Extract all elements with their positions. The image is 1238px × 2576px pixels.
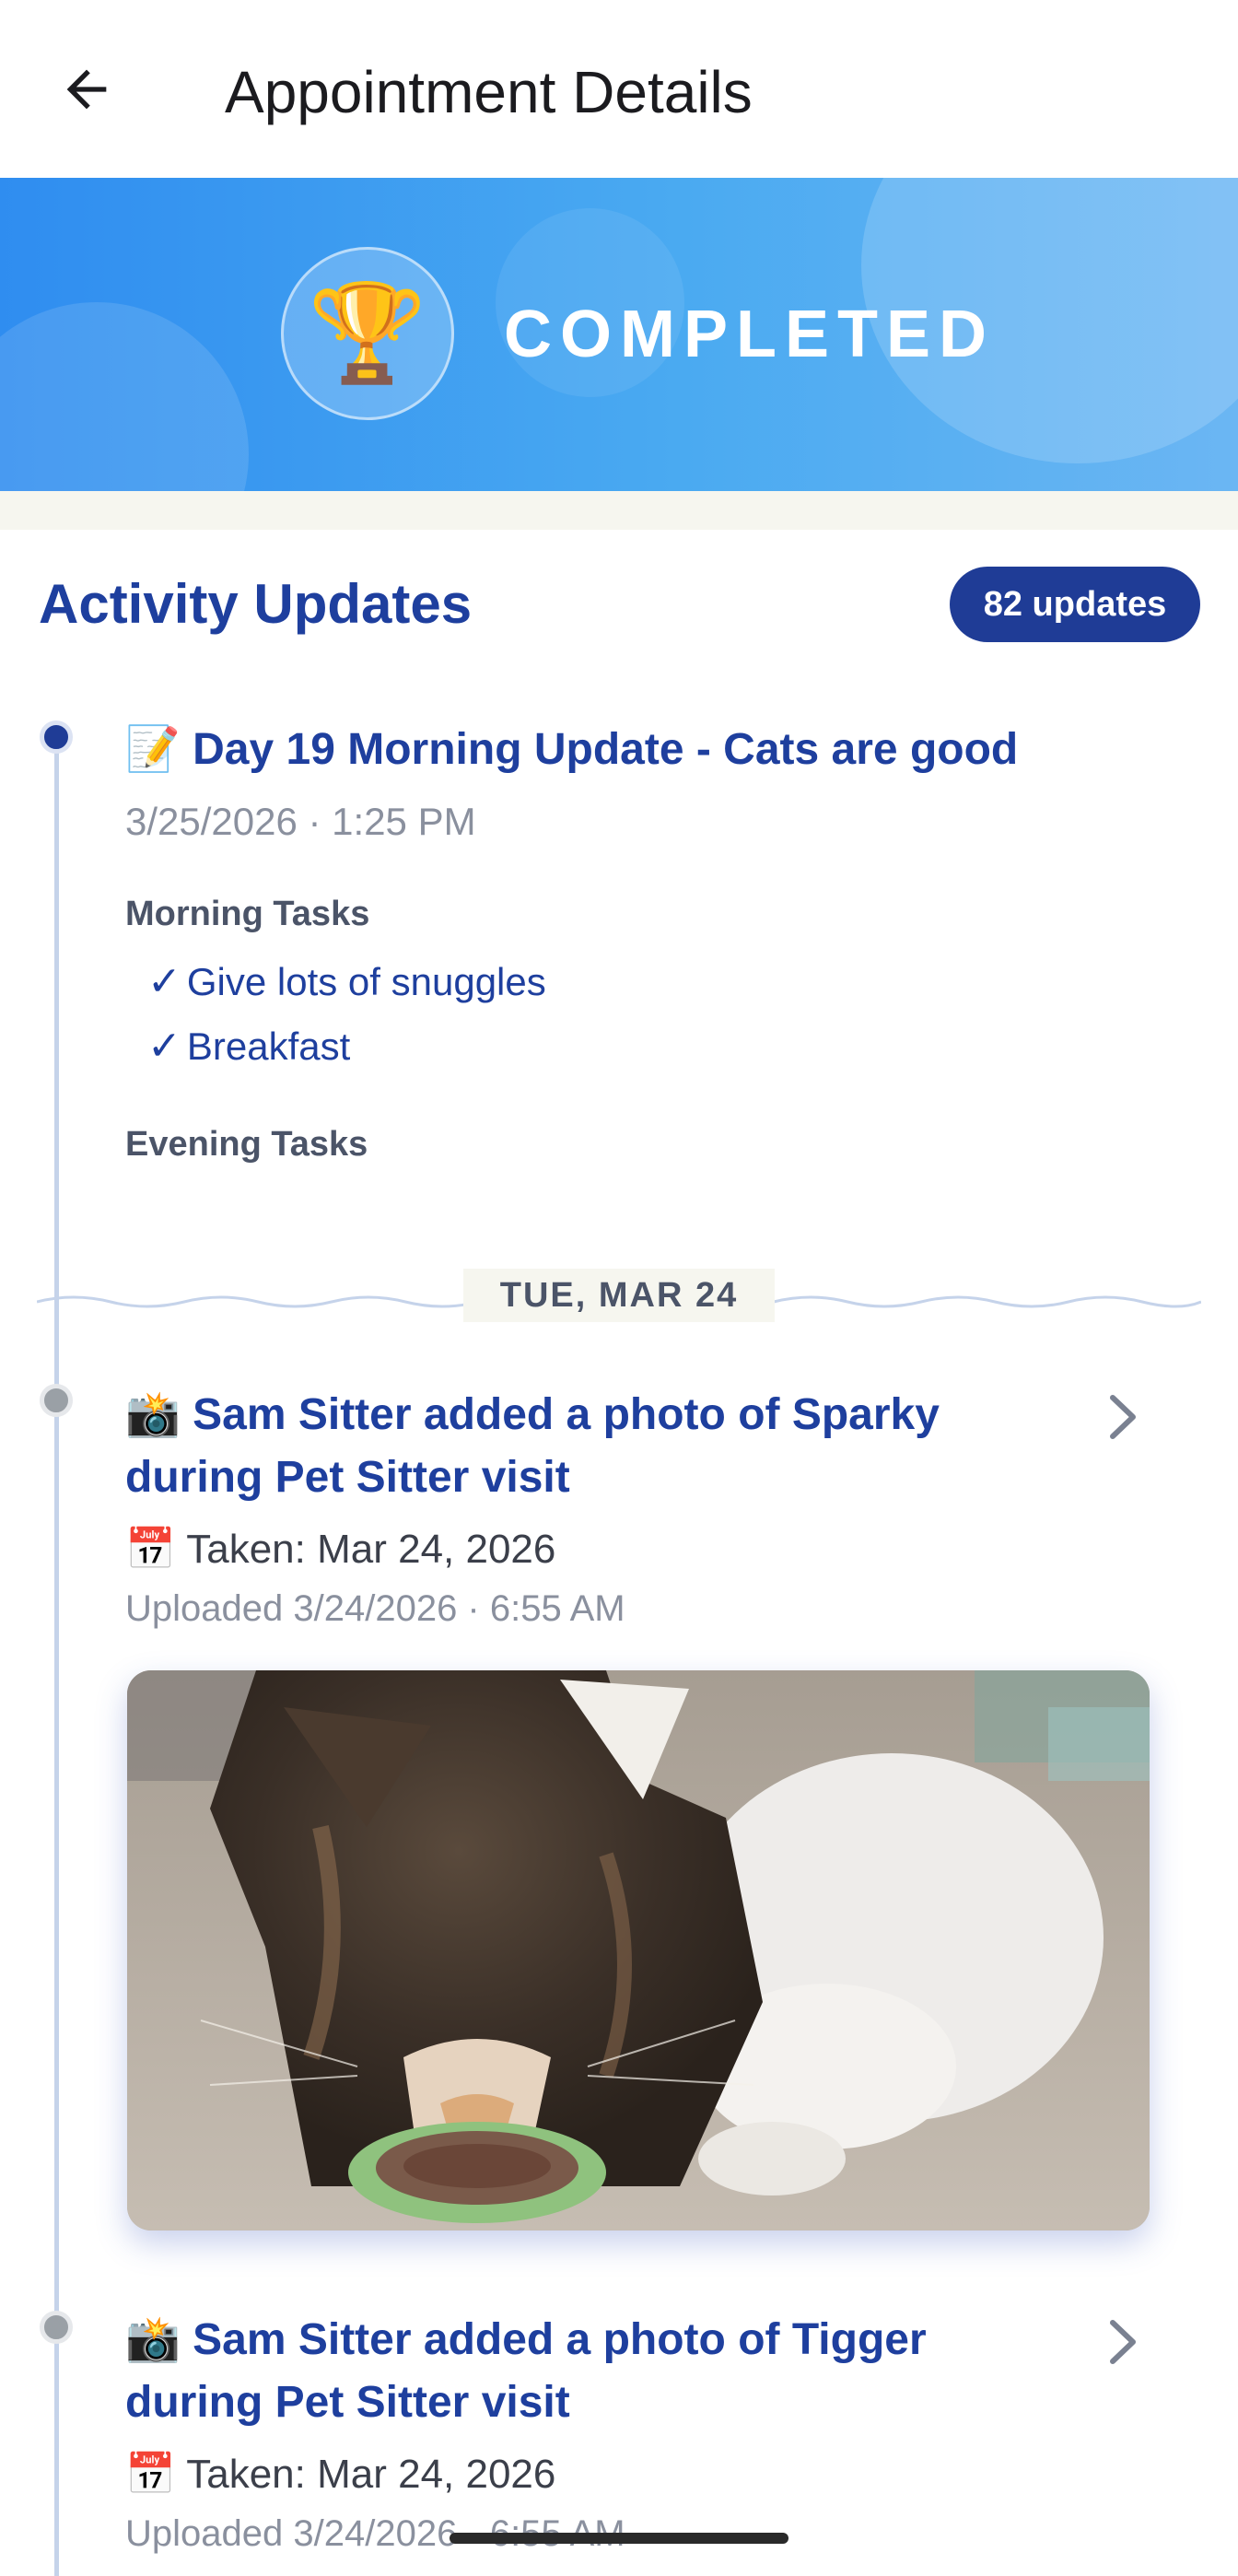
calendar-icon: 📅: [125, 1527, 176, 1572]
memo-icon: 📝: [125, 725, 181, 774]
section-divider: [0, 491, 1238, 530]
task-group-heading: Evening Tasks: [125, 1125, 368, 1164]
photo-uploaded-time: Uploaded 3/24/2026 · 6:55 AM: [125, 1588, 625, 1629]
update-title-text: Day 19 Morning Update - Cats are good: [193, 725, 1019, 774]
trophy-badge: 🏆: [281, 247, 454, 420]
update-title[interactable]: 📝 Day 19 Morning Update - Cats are good: [125, 719, 1212, 781]
camera-flash-icon: 📸: [125, 1390, 181, 1439]
pet-photo[interactable]: [127, 1670, 1150, 2231]
arrow-left-icon: [66, 69, 107, 110]
cat-photo-image: [127, 1670, 1150, 2231]
trophy-icon: 🏆: [308, 280, 427, 387]
photo-taken-text: Taken: Mar 24, 2026: [186, 1527, 556, 1572]
chevron-right-icon[interactable]: [1100, 1389, 1146, 1445]
check-icon: ✓: [147, 1024, 181, 1069]
status-banner: 🏆 COMPLETED: [0, 178, 1238, 491]
update-timestamp: 3/25/2026 · 1:25 PM: [125, 800, 476, 843]
timeline-dot: [40, 1384, 73, 1417]
home-indicator[interactable]: [450, 2533, 788, 2544]
photo-update-title[interactable]: 📸 Sam Sitter added a photo of Tigger dur…: [125, 2309, 1065, 2434]
photo-taken-text: Taken: Mar 24, 2026: [186, 2452, 556, 2497]
photo-update-title-text: Sam Sitter added a photo of Sparky durin…: [125, 1390, 940, 1502]
date-separator: TUE, MAR 24: [463, 1269, 775, 1322]
photo-taken-date: 📅 Taken: Mar 24, 2026: [125, 1524, 555, 1575]
timeline-dot: [40, 2311, 73, 2344]
page-title: Appointment Details: [225, 59, 753, 125]
task-group-heading: Morning Tasks: [125, 895, 370, 933]
task-label: Breakfast: [186, 1025, 351, 1068]
timeline-line: [54, 728, 59, 2576]
photo-update-title-text: Sam Sitter added a photo of Tigger durin…: [125, 2315, 927, 2427]
calendar-icon: 📅: [125, 2452, 176, 2497]
status-label: COMPLETED: [504, 298, 996, 371]
photo-taken-date: 📅 Taken: Mar 24, 2026: [125, 2449, 555, 2500]
timeline-dot-active: [40, 720, 73, 754]
chevron-right-icon[interactable]: [1100, 2314, 1146, 2370]
photo-update-title[interactable]: 📸 Sam Sitter added a photo of Sparky dur…: [125, 1384, 1065, 1509]
task-item: ✓ Give lots of snuggles: [147, 956, 546, 1008]
camera-flash-icon: 📸: [125, 2315, 181, 2364]
updates-count-badge: 82 updates: [950, 567, 1200, 642]
back-button[interactable]: [48, 51, 125, 128]
task-label: Give lots of snuggles: [186, 960, 546, 1003]
activity-section-title: Activity Updates: [39, 573, 473, 635]
task-item: ✓ Breakfast: [147, 1021, 350, 1072]
decor-bubble: [0, 302, 249, 491]
app-bar: Appointment Details: [0, 0, 1238, 178]
check-icon: ✓: [147, 959, 181, 1004]
